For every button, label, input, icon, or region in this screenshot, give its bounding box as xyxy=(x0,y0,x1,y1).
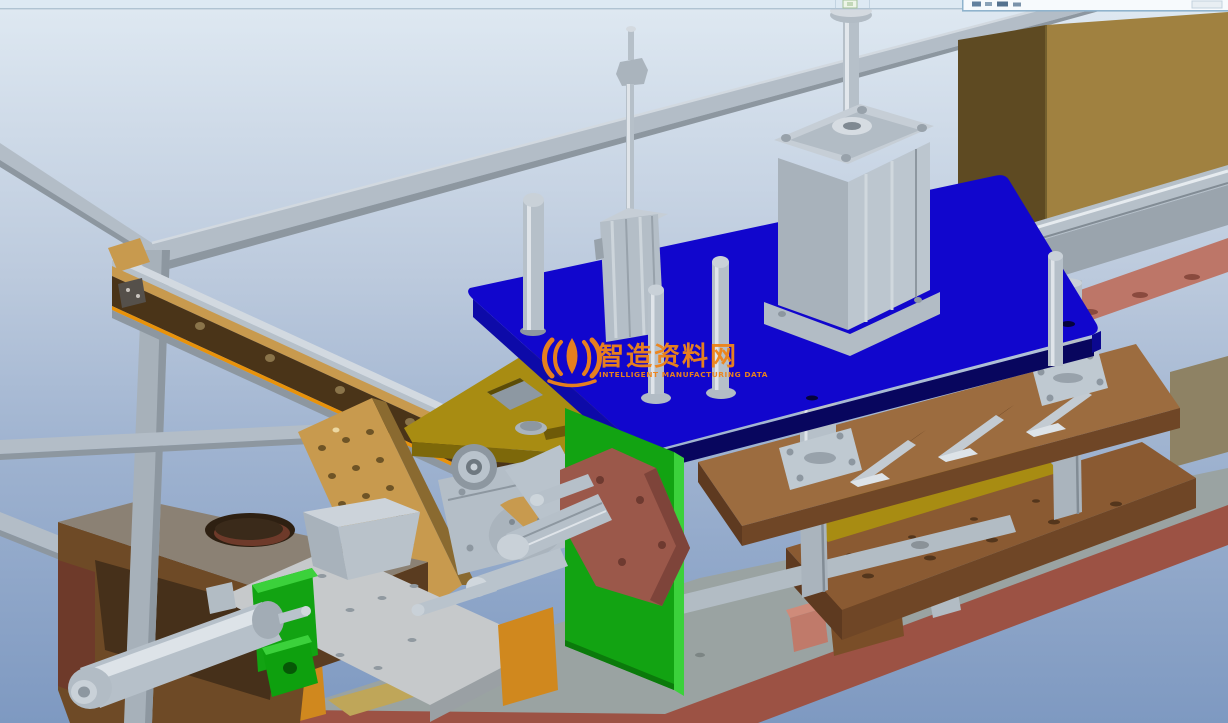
panel-icon-fragment[interactable] xyxy=(1013,3,1021,7)
rear-hole xyxy=(78,687,90,698)
panel-border-bottom xyxy=(962,10,1228,12)
cad-scene: 智造资料网 INTELLIGENT MANUFACTURING DATA xyxy=(0,0,1228,723)
blue-plate-hole xyxy=(1061,321,1075,327)
cylinder-body-left xyxy=(778,158,848,330)
panel-border-left xyxy=(962,0,964,11)
toolbar-separator xyxy=(869,0,870,8)
pulley xyxy=(451,444,497,490)
orange-post xyxy=(498,607,558,706)
blue-plate-bushing-bore xyxy=(520,421,542,431)
toolbar-mini-icon[interactable] xyxy=(843,0,857,8)
rod-tip xyxy=(301,606,311,616)
panel-icon-fragment[interactable] xyxy=(972,2,981,7)
beam-hole xyxy=(911,541,929,549)
base-hole xyxy=(695,653,705,657)
rail-hole xyxy=(1132,292,1148,298)
rail-hole xyxy=(1184,274,1200,280)
rod-nut xyxy=(616,58,648,86)
toolbar-separator xyxy=(835,0,836,8)
toolbar-right-panel[interactable] xyxy=(962,0,1228,12)
piston-rod-highlight xyxy=(845,16,849,116)
watermark-subtitle: INTELLIGENT MANUFACTURING DATA xyxy=(599,370,768,379)
small-rod-tip xyxy=(628,30,634,60)
hole-bottom xyxy=(215,518,283,540)
watermark-title: 智造资料网 xyxy=(598,342,738,372)
panel-icon-fragment[interactable] xyxy=(985,2,992,6)
cad-3d-viewport[interactable]: 智造资料网 INTELLIGENT MANUFACTURING DATA xyxy=(0,0,1228,723)
rod-thin-tip xyxy=(412,604,425,616)
cylinder-cap xyxy=(497,534,529,560)
blue-plate-hole xyxy=(806,396,818,401)
panel-button-fragment[interactable] xyxy=(1192,1,1222,8)
panel-icon-fragment[interactable] xyxy=(997,2,1008,7)
foot-hole xyxy=(283,662,297,674)
toolbar-remnant xyxy=(0,0,1228,12)
